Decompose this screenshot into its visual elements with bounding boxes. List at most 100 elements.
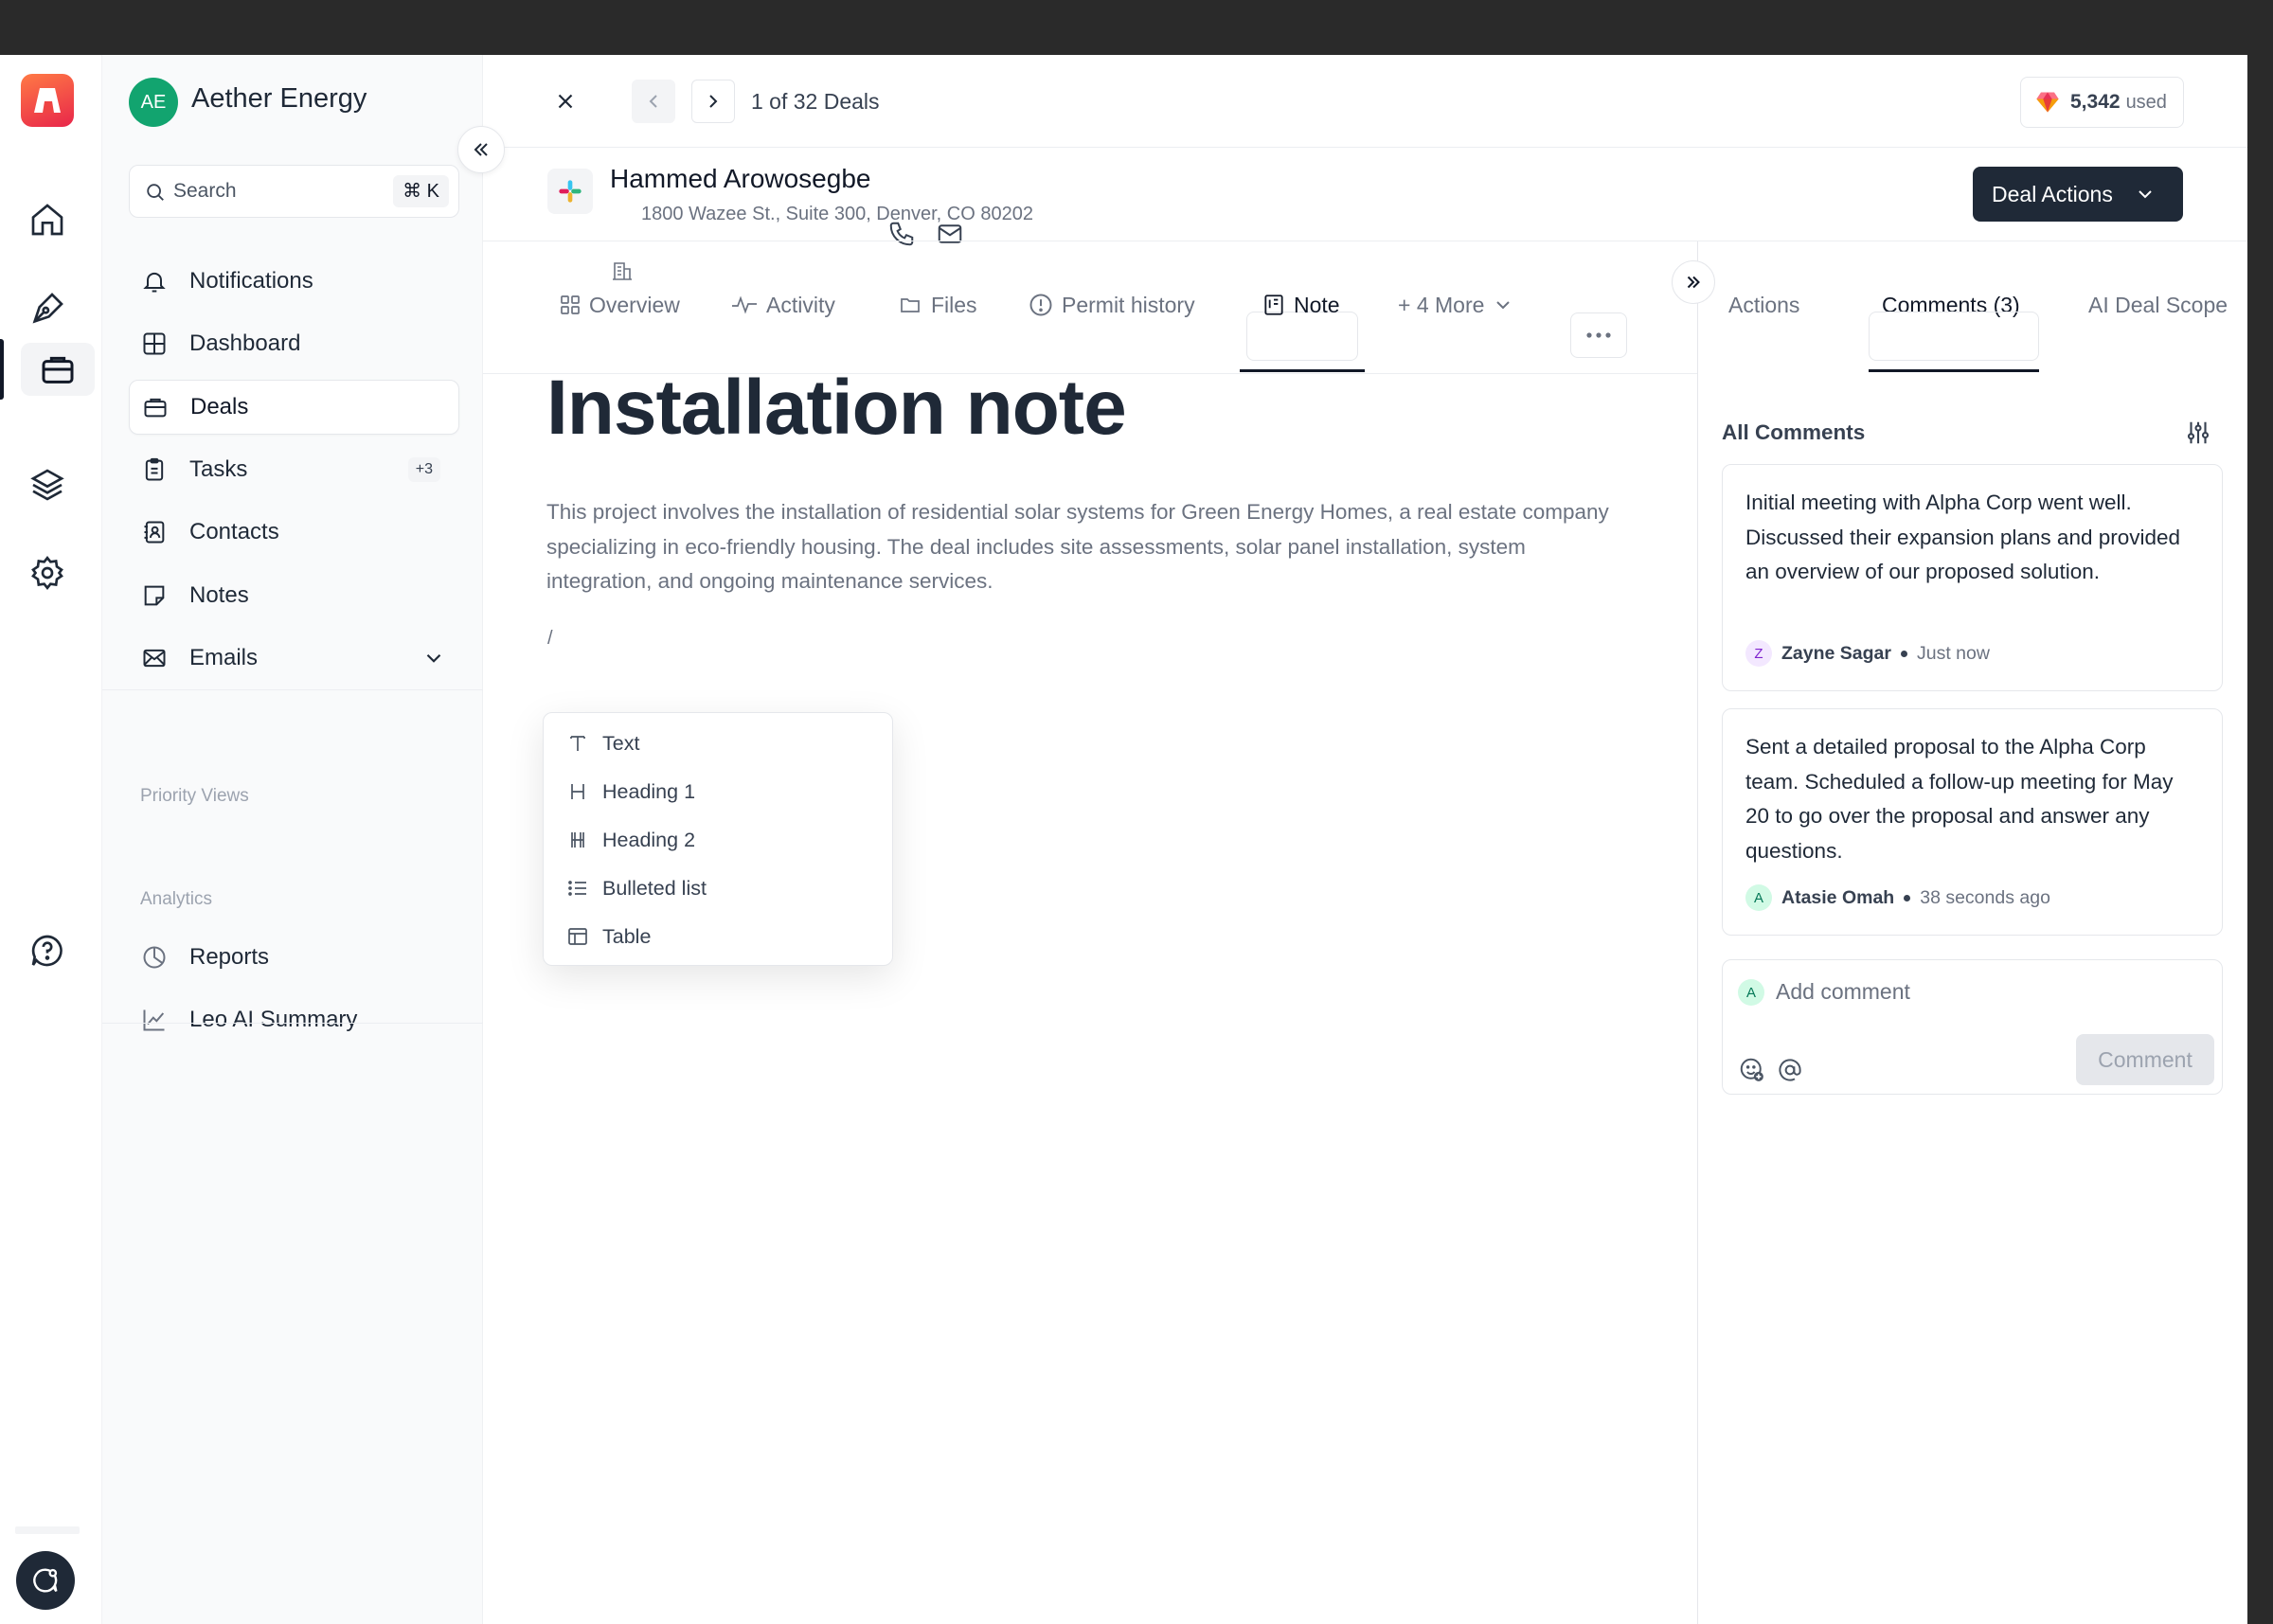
sidebar-item-label: Deals [190,394,249,419]
note-body[interactable]: This project involves the installation o… [546,495,1636,599]
icon-rail [0,55,102,1624]
workspace-avatar[interactable]: AE [129,78,178,127]
rail-active-indicator [0,339,4,400]
comment-card[interactable]: Sent a detailed proposal to the Alpha Co… [1722,708,2223,936]
pie-chart-icon [140,944,169,971]
tab-label: Permit history [1062,292,1195,317]
note-title[interactable]: Installation note [546,364,1127,453]
mention-icon[interactable] [1776,1056,1804,1084]
grid-icon [559,294,582,316]
slash-menu-item-heading-2[interactable]: Heading 2 [566,821,695,859]
tab-files[interactable]: Files [897,276,977,334]
sidebar-item-reports[interactable]: Reports [129,930,459,985]
sidebar-item-notifications[interactable]: Notifications [129,254,459,309]
sidebar-item-tasks[interactable]: Tasks +3 [129,442,459,497]
tab-label: Note [1294,292,1340,317]
grid-icon [140,330,169,357]
close-button[interactable] [544,80,587,123]
sidebar-item-dashboard[interactable]: Dashboard [129,316,459,371]
slash-menu-item-text[interactable]: Text [566,724,639,762]
comment-meta: A Atasie Omah 38 seconds ago [1745,884,2050,911]
sidebar-item-contacts[interactable]: Contacts [129,505,459,560]
previous-deal-button[interactable] [632,80,675,123]
company-logo [547,169,593,214]
clipboard-icon [140,456,169,483]
emoji-add-icon[interactable] [1738,1056,1766,1084]
support-chat-icon [29,1564,62,1597]
sidebar-item-notes[interactable]: Notes [129,568,459,623]
trend-line-icon [140,1007,169,1033]
tab-label: + 4 More [1398,292,1485,317]
slash-menu-item-table[interactable]: Table [566,918,651,955]
comment-input[interactable]: Add comment [1776,979,1910,1005]
slash-menu-label: Heading 2 [602,828,696,851]
note-icon [140,582,169,609]
sidebar-item-label: Contacts [189,519,279,544]
next-deal-button[interactable] [691,80,735,123]
tab-actions[interactable]: Actions [1728,276,1799,334]
rail-deals-button[interactable] [21,343,95,396]
sidebar-item-deals[interactable]: Deals [129,380,459,435]
credits-usage[interactable]: 5,342 used [2020,77,2184,128]
sidebar-item-label: Notifications [189,268,313,294]
slash-menu-item-heading-1[interactable]: Heading 1 [566,773,695,811]
tab-note[interactable]: Note [1262,276,1340,334]
contact-name[interactable]: Hammed Arowosegbe [610,164,870,194]
avatar: A [1745,884,1772,911]
app-logo[interactable] [21,74,74,127]
rail-settings-button[interactable] [21,546,74,599]
sidebar-item-leo-ai-summary[interactable]: Leo AI Summary [129,992,459,1047]
search-icon [145,182,166,203]
separator-dot [1900,650,1907,657]
slash-command-menu: Text Heading 1 Heading 2 Bulleted list T… [543,712,893,966]
rail-pen-button[interactable] [21,282,74,335]
add-comment-box: A Add comment Comment [1722,959,2223,1095]
rail-help-button[interactable] [21,924,74,977]
deals-counter: 1 of 32 Deals [751,89,880,114]
tab-more[interactable]: + 4 More [1398,276,1514,334]
collapse-sidebar-button[interactable] [457,126,505,173]
note-doc-icon [1262,293,1286,317]
expand-panel-button[interactable] [1672,260,1715,304]
chevron-left-icon [642,90,665,113]
deal-actions-button[interactable]: Deal Actions [1973,167,2183,222]
tab-activity[interactable]: Activity [730,276,835,334]
tab-permit-history[interactable]: Permit history [1028,276,1195,334]
sidebar-item-label: Notes [189,582,249,608]
chevron-down-icon [1492,294,1514,316]
search-input[interactable]: Search ⌘ K [129,165,459,218]
sidebar-item-emails[interactable]: Emails [129,631,459,686]
pen-tool-icon [28,290,66,328]
list-icon [566,877,591,900]
filter-sliders-icon[interactable] [2184,419,2212,447]
workspace-name[interactable]: Aether Energy [191,83,367,115]
comment-author[interactable]: Atasie Omah [1781,887,1894,909]
chevron-down-icon[interactable] [421,646,446,670]
sidebar-item-label: Emails [189,645,259,670]
rail-home-button[interactable] [21,193,74,246]
priority-views-label: Priority Views [140,786,249,806]
tab-overview[interactable]: Overview [559,276,680,334]
comment-author[interactable]: Zayne Sagar [1781,643,1891,665]
table-icon [566,925,591,948]
sidebar-item-label: Leo AI Summary [189,1007,358,1032]
search-shortcut: ⌘ K [393,175,449,207]
tab-ai-deal-scope[interactable]: AI Deal Scope [2088,276,2228,334]
comment-card[interactable]: Initial meeting with Alpha Corp went wel… [1722,464,2223,691]
comment-meta: Z Zayne Sagar Just now [1745,640,1990,667]
credits-suffix: used [2125,91,2167,113]
contact-book-icon [140,519,169,545]
comment-submit-button[interactable]: Comment [2076,1034,2214,1085]
separator-dot [1904,894,1911,901]
close-icon [553,89,578,114]
slash-command-input[interactable]: / [547,628,553,650]
activity-icon [730,294,759,316]
tab-label: Overview [589,292,680,317]
sidebar-divider-bottom [102,1023,483,1024]
tab-label: Files [931,292,977,317]
rail-layers-button[interactable] [21,458,74,511]
bell-icon [140,268,169,294]
support-chat-button[interactable] [16,1551,75,1610]
tab-overflow-button[interactable] [1570,312,1627,358]
slash-menu-item-bulleted-list[interactable]: Bulleted list [566,869,707,907]
